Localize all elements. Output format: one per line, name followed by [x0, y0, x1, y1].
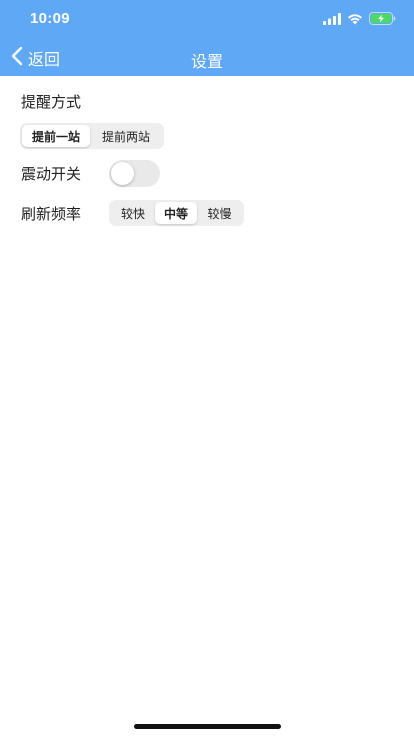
header: 10:09 返回 设置 [0, 0, 414, 76]
reminder-label: 提醒方式 [21, 93, 82, 111]
toggle-knob [111, 162, 134, 185]
refresh-label: 刷新频率 [21, 205, 82, 223]
signal-icon [323, 10, 341, 29]
status-bar: 10:09 [0, 0, 414, 40]
home-indicator [134, 724, 281, 729]
refresh-option-medium[interactable]: 中等 [155, 202, 197, 224]
status-icons [323, 10, 396, 29]
battery-charging-icon [369, 10, 396, 29]
refresh-segmented-control: 较快 中等 较慢 [109, 200, 244, 226]
vibration-toggle[interactable] [109, 160, 160, 187]
refresh-option-slow[interactable]: 较慢 [197, 202, 242, 224]
reminder-option-one-stop[interactable]: 提前一站 [22, 125, 90, 147]
status-time: 10:09 [30, 10, 70, 27]
reminder-option-two-stops[interactable]: 提前两站 [90, 125, 162, 147]
page-title: 设置 [190, 52, 223, 71]
wifi-icon [347, 10, 363, 29]
reminder-segmented-control: 提前一站 提前两站 [20, 123, 164, 149]
nav-bar: 返回 设置 [0, 40, 414, 76]
refresh-option-fast[interactable]: 较快 [111, 202, 155, 224]
vibration-label: 震动开关 [21, 165, 82, 183]
